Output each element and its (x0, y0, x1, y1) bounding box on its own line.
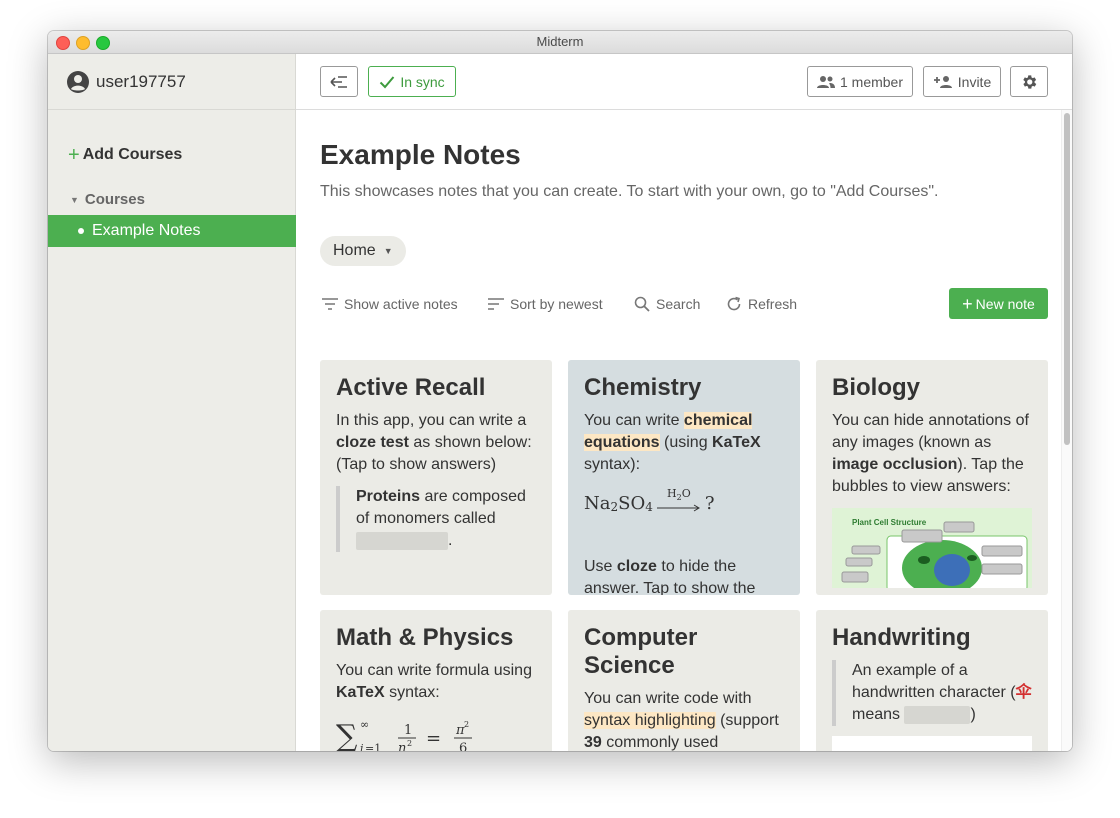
note-card-title: Active Recall (336, 374, 486, 401)
sync-status-button[interactable]: In sync (368, 66, 456, 97)
filter-label: Show active notes (344, 296, 458, 312)
notes-toolbar: Show active notes Sort by newest Search … (320, 288, 1050, 320)
username: user197757 (96, 71, 186, 91)
collapse-sidebar-icon (330, 75, 348, 89)
svg-text:2: 2 (407, 739, 412, 748)
user-account[interactable]: user197757 (48, 54, 295, 110)
member-count: 1 member (839, 73, 904, 90)
plant-cell-image[interactable]: Plant Cell Structure (832, 508, 1032, 588)
reaction-arrow-icon (656, 504, 700, 512)
note-card-handwriting[interactable]: Handwriting An example of a handwritten … (816, 610, 1048, 751)
topbar: In sync 1 member Invite (296, 54, 1072, 110)
cloze-blank[interactable] (356, 531, 448, 550)
note-card-text: You can write chemical equations (using … (584, 412, 761, 473)
note-card-text: In this app, you can write a cloze test … (336, 412, 532, 473)
account-icon (66, 70, 90, 94)
search-icon (634, 296, 650, 312)
note-quote: Proteins are composed of monomers called… (336, 486, 536, 552)
note-card-biology[interactable]: Biology You can hide annotations of any … (816, 360, 1048, 595)
handwriting-canvas (832, 736, 1032, 751)
sort-label: Sort by newest (510, 296, 603, 312)
svg-text:∞: ∞ (360, 718, 369, 731)
note-card-text: You can hide annotations of any images (… (832, 412, 1029, 495)
caret-down-icon: ▼ (70, 194, 79, 205)
people-icon (816, 75, 835, 89)
folder-selector-label: Home (333, 242, 376, 259)
filter-button[interactable]: Show active notes (322, 288, 458, 320)
refresh-label: Refresh (748, 296, 798, 312)
sync-label: In sync (400, 73, 445, 90)
invite-label: Invite (957, 73, 992, 90)
plus-icon: + (68, 144, 80, 166)
sidebar: user197757 + Add Courses ▼ Courses Examp… (48, 54, 296, 751)
handwritten-stroke-graphic (832, 736, 1032, 751)
svg-text:=: = (426, 728, 441, 749)
settings-button[interactable] (1010, 66, 1048, 97)
svg-text:6: 6 (459, 741, 467, 751)
sort-button[interactable]: Sort by newest (488, 288, 603, 320)
app-window: Midterm user197757 + Add Courses ▼ Cours… (48, 31, 1072, 751)
note-card-title: Chemistry (584, 374, 702, 401)
invite-button[interactable]: Invite (923, 66, 1001, 97)
new-note-button[interactable]: + New note (949, 288, 1048, 319)
minimize-window-button[interactable] (76, 36, 90, 50)
members-button[interactable]: 1 member (807, 66, 913, 97)
svg-text:∑: ∑ (336, 719, 358, 751)
note-card-computer-science[interactable]: Computer Science You can write code with… (568, 610, 800, 751)
bullet-icon (78, 228, 84, 234)
chemical-equation: Na 2 SO 4 H2O ? (584, 487, 715, 515)
note-card-text: You can write code with syntax highlight… (584, 690, 779, 751)
note-card-title: Computer Science (584, 624, 698, 679)
search-label: Search (656, 296, 701, 312)
sidebar-item-example-notes[interactable]: Example Notes (48, 215, 296, 247)
sort-icon (488, 298, 504, 310)
plus-icon: + (962, 293, 973, 314)
vertical-scrollbar[interactable] (1061, 110, 1072, 751)
math-formula: ∑ ∞ i =1 1 n 2 = π 2 6 (336, 714, 536, 751)
note-card-text: You can write formula using KaTeX syntax… (336, 662, 532, 701)
add-courses-label: Add Courses (82, 146, 183, 163)
note-card-title: Handwriting (832, 624, 971, 651)
folder-selector[interactable]: Home ▼ (320, 236, 406, 266)
svg-text:1: 1 (404, 723, 412, 738)
zoom-window-button[interactable] (96, 36, 110, 50)
collapse-sidebar-button[interactable] (320, 66, 358, 97)
note-card-math-physics[interactable]: Math & Physics You can write formula usi… (320, 610, 552, 751)
svg-text:2: 2 (464, 720, 469, 729)
page-title: Example Notes (320, 139, 521, 170)
search-button[interactable]: Search (634, 288, 700, 320)
note-card-chemistry[interactable]: Chemistry You can write chemical equatio… (568, 360, 800, 595)
refresh-button[interactable]: Refresh (726, 288, 797, 320)
add-courses-button[interactable]: + Add Courses (68, 144, 183, 166)
cloze-blank[interactable] (904, 705, 971, 724)
courses-group-toggle[interactable]: ▼ Courses (70, 191, 145, 208)
series-formula-graphic: ∑ ∞ i =1 1 n 2 = π 2 6 (336, 718, 472, 751)
main-content: Example Notes This showcases notes that … (296, 110, 1072, 751)
gear-icon (1020, 73, 1038, 91)
close-window-button[interactable] (56, 36, 70, 50)
filter-icon (322, 298, 338, 310)
new-note-label: New note (975, 295, 1035, 312)
page-subtitle: This showcases notes that you can create… (320, 183, 939, 200)
note-quote: An example of a handwritten character (伞… (832, 660, 1032, 726)
courses-header: Courses (84, 191, 145, 208)
svg-text:i: i (360, 742, 364, 751)
svg-text:Plant Cell Structure: Plant Cell Structure (852, 518, 927, 527)
caret-down-icon: ▼ (383, 246, 393, 256)
scrollbar-thumb[interactable] (1064, 113, 1070, 445)
svg-text:=1: =1 (365, 742, 381, 751)
window-title: Midterm (536, 34, 584, 49)
note-card-title: Math & Physics (336, 624, 514, 651)
note-card-title: Biology (832, 374, 920, 401)
svg-text:n: n (398, 741, 406, 751)
add-person-icon (933, 75, 953, 89)
plant-cell-diagram: Plant Cell Structure (832, 508, 1032, 588)
note-card-active-recall[interactable]: Active Recall In this app, you can write… (320, 360, 552, 595)
titlebar: Midterm (48, 31, 1072, 54)
sidebar-item-label: Example Notes (92, 222, 201, 239)
check-icon (379, 75, 400, 89)
note-card-text: Use cloze to hide the answer. Tap to sho… (584, 558, 756, 595)
refresh-icon (726, 296, 742, 312)
